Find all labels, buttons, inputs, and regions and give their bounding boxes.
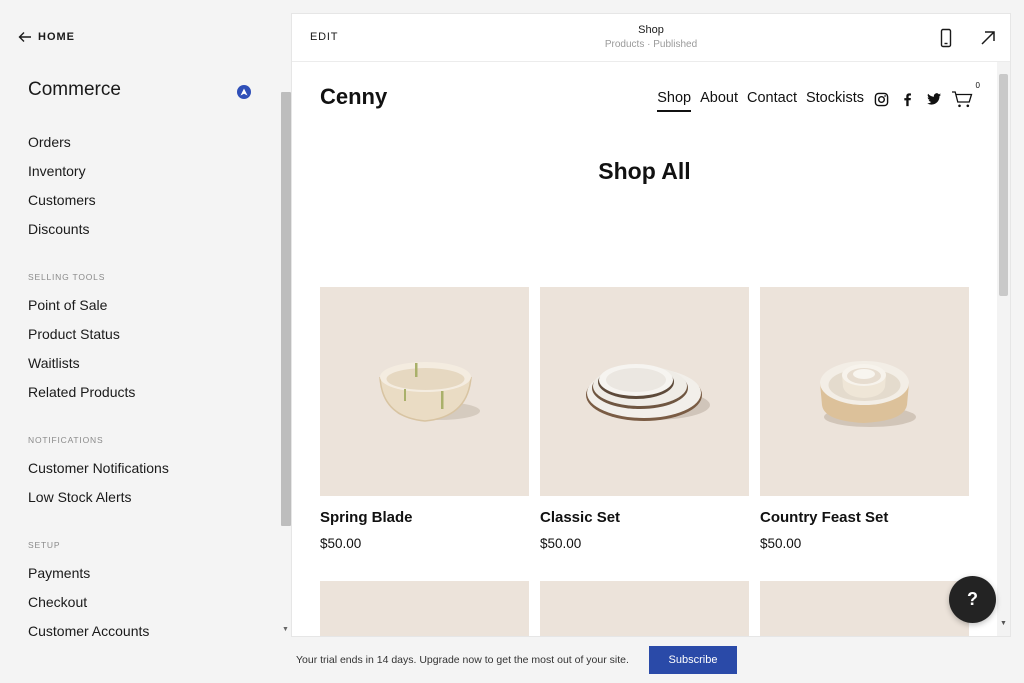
section-heading-selling-tools: SELLING TOOLS — [28, 272, 106, 282]
product-card[interactable] — [760, 581, 969, 636]
product-name[interactable]: Country Feast Set — [760, 509, 969, 529]
product-card[interactable] — [540, 581, 749, 636]
product-grid: Spring Blade $50.00 Classic Set $50.00 C… — [320, 287, 969, 554]
sidebar-item-customer-accounts[interactable]: Customer Accounts — [28, 616, 268, 637]
arrow-left-icon — [18, 32, 31, 42]
sidebar-item-payments[interactable]: Payments — [28, 558, 268, 587]
open-external-icon[interactable] — [978, 28, 998, 48]
sidebar-item-product-status[interactable]: Product Status — [28, 319, 268, 348]
site-preview: Cenny Shop About Contact Stockists 0 Sho… — [292, 62, 997, 636]
product-name[interactable]: Classic Set — [540, 509, 749, 529]
product-image-nested-bowls[interactable] — [760, 287, 969, 496]
nav-link-contact[interactable]: Contact — [747, 90, 797, 109]
product-image[interactable] — [540, 581, 749, 636]
trial-message: Your trial ends in 14 days. Upgrade now … — [296, 654, 629, 666]
page-status: Products · Published — [604, 39, 698, 50]
help-button[interactable]: ? — [949, 576, 996, 623]
section-heading-notifications: NOTIFICATIONS — [28, 435, 104, 445]
sidebar-item-waitlists[interactable]: Waitlists — [28, 348, 268, 377]
product-card[interactable]: Country Feast Set $50.00 — [760, 287, 969, 554]
sidebar-item-orders[interactable]: Orders — [28, 127, 268, 156]
sidebar-item-discounts[interactable]: Discounts — [28, 214, 268, 243]
mobile-preview-icon[interactable] — [936, 28, 956, 48]
cart-count: 0 — [975, 81, 980, 90]
instagram-icon[interactable] — [873, 91, 890, 108]
sidebar-main-list: Orders Inventory Customers Discounts — [28, 127, 268, 243]
product-image-bowl[interactable] — [320, 287, 529, 496]
product-price: $50.00 — [760, 536, 802, 551]
product-image[interactable] — [760, 581, 969, 636]
facebook-icon[interactable] — [899, 91, 916, 108]
sidebar-title: Commerce — [28, 79, 121, 100]
subscribe-button[interactable]: Subscribe — [649, 646, 737, 674]
shop-heading: Shop All — [598, 158, 691, 184]
sidebar-setup-list: Payments Checkout Customer Accounts — [28, 558, 268, 637]
product-card[interactable] — [320, 581, 529, 636]
sidebar-scrollbar[interactable] — [281, 92, 291, 526]
sidebar-item-inventory[interactable]: Inventory — [28, 156, 268, 185]
product-image[interactable] — [320, 581, 529, 636]
product-image-plates[interactable] — [540, 287, 749, 496]
product-grid-row-2 — [320, 581, 969, 636]
sidebar-notifications-list: Customer Notifications Low Stock Alerts — [28, 453, 268, 511]
nav-link-shop[interactable]: Shop — [657, 90, 691, 112]
product-card[interactable]: Spring Blade $50.00 — [320, 287, 529, 554]
sidebar-selling-tools-list: Point of Sale Product Status Waitlists R… — [28, 290, 268, 406]
page-info: Shop Products · Published — [292, 24, 1010, 50]
sidebar-scroll-down-icon[interactable]: ▼ — [282, 626, 289, 633]
navigation-badge-icon[interactable] — [237, 85, 251, 99]
sidebar-item-related-products[interactable]: Related Products — [28, 377, 268, 406]
sidebar-item-customers[interactable]: Customers — [28, 185, 268, 214]
sidebar-item-checkout[interactable]: Checkout — [28, 587, 268, 616]
preview-scrollbar[interactable] — [999, 74, 1008, 296]
home-label: HOME — [38, 31, 75, 43]
product-price: $50.00 — [320, 536, 362, 551]
editor-frame: EDIT Shop Products · Published Cenny Sho… — [292, 14, 1010, 636]
product-price: $50.00 — [540, 536, 582, 551]
page-title: Shop — [638, 24, 664, 36]
twitter-icon[interactable] — [925, 91, 942, 108]
site-nav: Shop About Contact Stockists 0 — [657, 81, 980, 112]
sidebar-item-point-of-sale[interactable]: Point of Sale — [28, 290, 268, 319]
product-name[interactable]: Spring Blade — [320, 509, 529, 529]
sidebar-item-low-stock-alerts[interactable]: Low Stock Alerts — [28, 482, 268, 511]
section-heading-setup: SETUP — [28, 540, 61, 550]
nav-link-stockists[interactable]: Stockists — [806, 90, 864, 109]
sidebar-item-customer-notifications[interactable]: Customer Notifications — [28, 453, 268, 482]
preview-scroll-down-icon[interactable]: ▼ — [1000, 620, 1007, 627]
home-link[interactable]: HOME — [18, 30, 75, 44]
site-logo[interactable]: Cenny — [320, 84, 387, 110]
nav-link-about[interactable]: About — [700, 90, 738, 109]
cart-icon[interactable]: 0 — [951, 81, 980, 109]
editor-topbar: EDIT Shop Products · Published — [292, 14, 1010, 62]
commerce-sidebar: HOME Commerce Orders Inventory Customers… — [0, 0, 292, 636]
product-card[interactable]: Classic Set $50.00 — [540, 287, 749, 554]
